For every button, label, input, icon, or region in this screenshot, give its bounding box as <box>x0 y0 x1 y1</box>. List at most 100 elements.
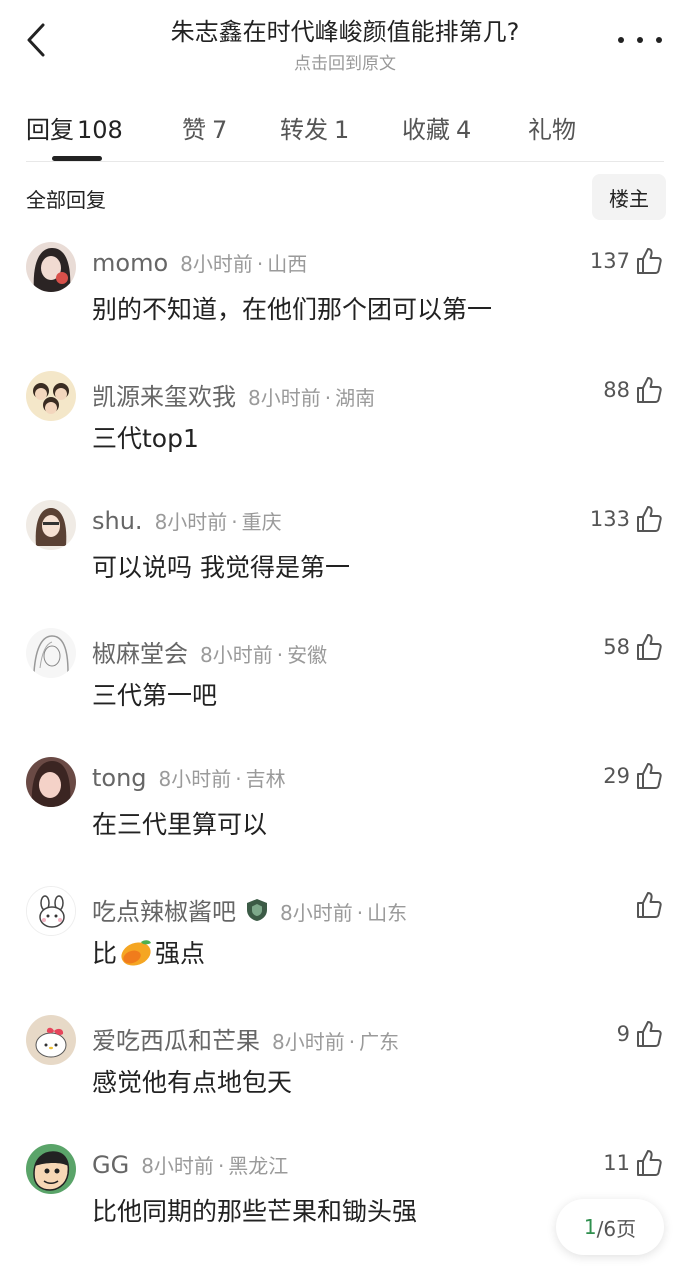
comment-meta: 吃点辣椒酱吧 8小时前 · 山东 <box>92 892 407 927</box>
like-button[interactable]: 88 <box>603 375 664 405</box>
tab-label: 转发 <box>280 116 328 144</box>
comment-text: 比 强点 <box>92 934 205 970</box>
comment-text-part: 强点 <box>155 939 206 968</box>
separator-dot: · <box>356 901 364 925</box>
location: 湖南 <box>335 386 376 410</box>
separator-dot: · <box>217 1154 225 1178</box>
like-button[interactable] <box>630 890 664 920</box>
separator-dot: · <box>256 252 264 276</box>
post-title[interactable]: 朱志鑫在时代峰峻颜值能排第几? <box>90 12 600 47</box>
current-page: 1 <box>583 1215 597 1239</box>
top-nav-bar: 朱志鑫在时代峰峻颜值能排第几? 点击回到原文 <box>0 0 690 90</box>
comment-meta: tong 8小时前 · 吉林 <box>92 763 286 792</box>
page-indicator-button[interactable]: 1/6页 <box>556 1199 664 1255</box>
comment-text: 比他同期的那些芒果和锄头强 <box>92 1197 418 1226</box>
avatar[interactable] <box>26 371 76 421</box>
tab-count: 4 <box>456 116 472 144</box>
separator-dot: · <box>235 767 242 791</box>
tab-label: 礼物 <box>528 116 576 144</box>
thumbs-up-icon <box>637 506 662 532</box>
tab-count: 7 <box>212 116 228 144</box>
comment-item[interactable]: tong 8小时前 · 吉林 在三代里算可以 29 <box>0 757 690 885</box>
user-name[interactable]: GG <box>92 1151 129 1179</box>
comment-meta: 爱吃西瓜和芒果 8小时前 · 广东 <box>92 1021 399 1056</box>
like-count: 11 <box>603 1151 630 1175</box>
more-dot-icon <box>618 37 624 43</box>
user-name[interactable]: 吃点辣椒酱吧 <box>92 892 236 927</box>
more-dot-icon <box>656 37 662 43</box>
comment-meta: GG 8小时前 · 黑龙江 <box>92 1150 288 1179</box>
like-button[interactable]: 29 <box>603 761 664 791</box>
location: 安徽 <box>287 643 328 667</box>
avatar[interactable] <box>26 242 76 292</box>
like-button[interactable]: 58 <box>603 632 664 662</box>
avatar[interactable] <box>26 886 76 936</box>
time: 8小时前 <box>248 386 321 410</box>
user-name[interactable]: shu. <box>92 507 143 535</box>
separator-dot: · <box>276 643 284 667</box>
tab-favorites[interactable]: 收藏 4 <box>402 110 471 145</box>
like-button[interactable]: 11 <box>603 1148 664 1178</box>
user-name[interactable]: 椒麻堂会 <box>92 634 188 669</box>
tab-label: 回复 <box>26 116 74 144</box>
tab-replies[interactable]: 回复 108 <box>26 110 123 145</box>
avatar[interactable] <box>26 1144 76 1194</box>
like-count: 137 <box>589 249 630 273</box>
location: 重庆 <box>241 510 282 534</box>
comment-item[interactable]: 吃点辣椒酱吧 8小时前 · 山东 比 强点 <box>0 886 690 1014</box>
like-button[interactable]: 133 <box>590 504 664 534</box>
comment-item[interactable]: 爱吃西瓜和芒果 8小时前 · 广东 感觉他有点地包天 9 <box>0 1015 690 1143</box>
comment-text: 别的不知道，在他们那个团可以第一 <box>92 295 493 324</box>
like-count: 88 <box>603 378 630 402</box>
location: 黑龙江 <box>228 1154 289 1178</box>
avatar[interactable] <box>26 1015 76 1065</box>
comment-item[interactable]: 凯源来玺欢我 8小时前 · 湖南 三代top1 88 <box>0 371 690 499</box>
location: 山西 <box>267 252 308 276</box>
divider <box>26 161 664 162</box>
thumbs-up-icon <box>637 248 662 274</box>
back-button[interactable] <box>18 18 54 62</box>
comment-item[interactable]: shu. 8小时前 · 重庆 可以说吗 我觉得是第一 133 <box>0 500 690 628</box>
chevron-left-icon <box>27 23 45 57</box>
like-count: 29 <box>603 764 630 788</box>
comment-meta: momo 8小时前 · 山西 <box>92 248 307 277</box>
tab-reposts[interactable]: 转发 1 <box>280 110 349 145</box>
separator-dot: · <box>348 1030 356 1054</box>
user-name[interactable]: momo <box>92 249 168 277</box>
comment-text: 在三代里算可以 <box>92 810 268 839</box>
all-replies-label: 全部回复 <box>26 188 106 212</box>
time: 8小时前 <box>180 252 253 276</box>
time: 8小时前 <box>200 643 273 667</box>
user-name[interactable]: 凯源来玺欢我 <box>92 377 236 412</box>
comment-meta: 椒麻堂会 8小时前 · 安徽 <box>92 634 327 669</box>
like-button[interactable]: 137 <box>590 246 664 276</box>
comment-text: 三代top1 <box>92 424 199 453</box>
user-name[interactable]: tong <box>92 764 147 792</box>
comment-item[interactable]: 椒麻堂会 8小时前 · 安徽 三代第一吧 58 <box>0 628 690 756</box>
time: 8小时前 <box>272 1030 345 1054</box>
comment-item[interactable]: momo 8小时前 · 山西 别的不知道，在他们那个团可以第一 137 <box>0 242 690 370</box>
owner-only-button[interactable]: 楼主 <box>592 174 666 220</box>
comment-text: 三代第一吧 <box>92 681 218 710</box>
tab-gifts[interactable]: 礼物 <box>528 110 576 145</box>
more-options-button[interactable] <box>618 30 662 50</box>
like-button[interactable]: 9 <box>617 1019 664 1049</box>
user-name[interactable]: 爱吃西瓜和芒果 <box>92 1021 260 1056</box>
separator-dot: · <box>324 386 332 410</box>
tab-count: 108 <box>77 116 123 144</box>
location: 吉林 <box>245 767 286 791</box>
back-to-post-link[interactable]: 点击回到原文 <box>90 49 600 74</box>
total-pages: /6页 <box>596 1216 637 1241</box>
like-count: 58 <box>603 635 630 659</box>
tab-count: 1 <box>334 116 350 144</box>
tab-likes[interactable]: 赞7 <box>182 110 227 145</box>
thumbs-up-icon <box>637 1150 662 1176</box>
avatar[interactable] <box>26 500 76 550</box>
comment-text: 感觉他有点地包天 <box>92 1068 293 1097</box>
comment-meta: shu. 8小时前 · 重庆 <box>92 506 282 535</box>
avatar[interactable] <box>26 757 76 807</box>
location: 山东 <box>367 901 408 925</box>
avatar[interactable] <box>26 628 76 678</box>
shield-badge-icon <box>247 898 267 921</box>
time: 8小时前 <box>141 1154 214 1178</box>
